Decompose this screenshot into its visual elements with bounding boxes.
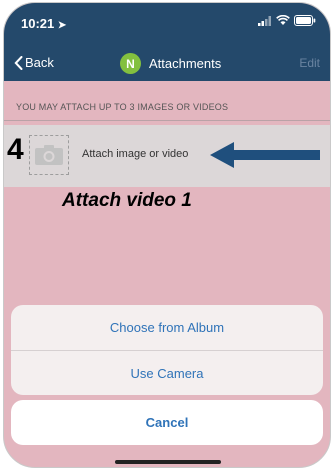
navigation-bar: Back N Attachments Edit [4,47,330,81]
wifi-icon [276,15,290,25]
status-bar: 10:21 ➤ [4,3,330,47]
chevron-left-icon [14,55,23,70]
divider [4,120,330,121]
avatar: N [120,53,141,74]
nav-title-group: N Attachments [120,53,221,74]
attach-image-or-video-row[interactable]: 4 Attach image or video [4,125,330,187]
battery-icon [294,15,316,26]
phone-screen: 10:21 ➤ Back N Attachments Edit YOU MAY … [3,2,331,468]
location-arrow-icon: ➤ [57,20,67,31]
home-indicator [115,460,221,464]
choose-from-album-button[interactable]: Choose from Album [11,305,323,350]
back-label: Back [25,55,54,70]
annotation-caption: Attach video 1 [62,190,192,211]
arrow-left-icon [210,142,320,168]
action-sheet: Choose from Album Use Camera [11,305,323,395]
section-header: YOU MAY ATTACH UP TO 3 IMAGES OR VIDEOS [16,102,229,112]
status-time-text: 10:21 [21,16,55,31]
camera-icon [35,145,63,165]
cellular-signal-icon [258,15,271,26]
use-camera-button[interactable]: Use Camera [11,351,323,395]
status-icons [258,15,316,26]
page-title: Attachments [149,56,222,71]
cancel-button[interactable]: Cancel [11,400,323,445]
status-time: 10:21 ➤ [21,16,66,31]
attachment-placeholder [29,135,69,175]
back-button[interactable]: Back [14,55,54,70]
step-number: 4 [7,133,24,166]
edit-button[interactable]: Edit [299,56,320,70]
attach-label: Attach image or video [82,148,189,160]
